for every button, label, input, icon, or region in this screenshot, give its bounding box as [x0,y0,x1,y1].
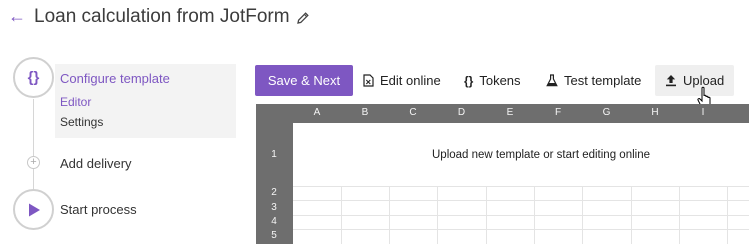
step-configure-template[interactable]: Configure template [60,71,170,87]
play-triangle [28,203,40,216]
tokens-button[interactable]: {} Tokens [464,65,521,96]
app-root: ← Loan calculation from JotForm {} Confi… [0,0,749,244]
substep-editor[interactable]: Editor [60,95,91,109]
test-template-button[interactable]: Test template [546,65,641,96]
grid-line [293,215,749,216]
merged-cell-a1[interactable]: Upload new template or start editing onl… [293,123,749,186]
grid-line [293,200,749,201]
column-header: C [409,107,417,118]
page-title: Loan calculation from JotForm [34,6,290,27]
save-next-label: Save & Next [267,73,341,88]
column-header: F [554,107,562,118]
step-start-process[interactable]: Start process [60,202,137,218]
column-header: B [361,107,369,118]
column-header: G [602,107,611,118]
tokens-label: Tokens [479,73,521,88]
grid-message: Upload new template or start editing onl… [432,148,650,161]
upload-button[interactable]: Upload [655,65,735,96]
row-header: 1 [271,149,277,160]
edit-online-button[interactable]: Edit online [363,65,441,96]
play-icon[interactable] [13,189,54,230]
column-header: H [651,107,659,118]
test-template-label: Test template [564,73,642,88]
row-header: 3 [271,202,277,213]
row-header: 4 [271,216,277,227]
code-braces-icon: {} [464,73,474,88]
column-header: D [457,107,466,118]
back-arrow-icon[interactable]: ← [8,6,26,26]
spreadsheet-file-icon [363,74,374,87]
upload-icon [666,75,676,87]
row-header: 5 [271,230,277,241]
flask-icon [546,74,558,87]
braces-glyph: {} [27,69,40,86]
grid-cells[interactable]: Upload new template or start editing onl… [293,123,749,244]
column-header: A [313,107,321,118]
column-header: I [701,107,705,118]
edit-online-label: Edit online [380,73,441,88]
step-add-delivery[interactable]: Add delivery [60,156,132,172]
grid-line [293,229,749,230]
braces-icon[interactable]: {} [13,57,54,98]
pencil-icon[interactable] [296,11,310,25]
save-next-button[interactable]: Save & Next [255,65,353,96]
steps-connector-line [33,99,34,191]
spreadsheet-grid[interactable]: A B C D E F G H I 1 2 3 4 5 Upload new t… [256,104,749,244]
plus-circle-icon[interactable]: + [27,156,40,169]
substep-settings[interactable]: Settings [60,115,103,129]
column-header: E [506,107,514,118]
grid-line [293,186,749,187]
row-header: 2 [271,187,277,198]
